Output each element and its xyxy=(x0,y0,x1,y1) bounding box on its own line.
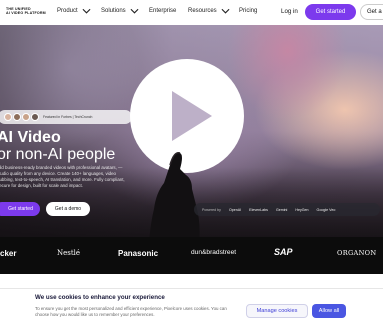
powered-by-bar: Powered by OpenAI ElevenLabs Gemini HeyG… xyxy=(194,203,380,216)
featured-pill[interactable]: Featured in Forbes | TechCrunch xyxy=(0,110,132,124)
cookie-text: To ensure you get the most personalized … xyxy=(35,306,227,317)
nav-item-label: Resources xyxy=(188,8,217,14)
brand-logo[interactable]: THE UNIFIED AI VIDEO PLATFORM xyxy=(6,7,46,15)
nav-item-enterprise[interactable]: Enterprise xyxy=(149,8,176,14)
nav-item-label: Solutions xyxy=(101,8,126,14)
chevron-down-icon xyxy=(130,8,139,14)
brand-logo-nestle: Nestlé xyxy=(57,249,81,257)
brand-logo-panasonic: Panasonic xyxy=(118,249,159,258)
avatar xyxy=(13,113,21,121)
play-icon xyxy=(172,91,212,141)
hero-section: Featured in Forbes | TechCrunch AI Video… xyxy=(0,25,383,237)
top-nav: THE UNIFIED AI VIDEO PLATFORM Product So… xyxy=(0,0,383,24)
brand-logo-organon: ORGANON xyxy=(337,249,377,257)
nav-item-label: Enterprise xyxy=(149,8,177,14)
partner-logo-openai: OpenAI xyxy=(228,207,242,212)
avatar-group xyxy=(4,113,39,121)
partner-logo-elevenlabs: ElevenLabs xyxy=(249,207,268,212)
cookie-title: We use cookies to enhance your experienc… xyxy=(35,294,165,301)
hero-headline-line2: or non-AI people xyxy=(0,146,116,163)
chevron-down-icon xyxy=(82,8,91,14)
hero-headline-line1: AI Video xyxy=(0,129,61,146)
powered-by-label: Powered by xyxy=(202,207,221,212)
avatar xyxy=(31,113,39,121)
get-demo-button[interactable]: Get a d xyxy=(360,4,383,20)
partner-logo-google-veo: Google Veo xyxy=(316,207,336,212)
hero-get-demo-button[interactable]: Get a demo xyxy=(46,202,90,216)
nav-item-label: Pricing xyxy=(239,8,258,14)
nav-item-product[interactable]: Product xyxy=(57,8,91,14)
nav-item-resources[interactable]: Resources xyxy=(188,8,230,14)
pointing-hand-image xyxy=(149,152,200,237)
allow-all-button[interactable]: Allow all xyxy=(312,304,346,318)
hero-description: uild business-ready branded videos with … xyxy=(0,165,125,188)
nav-item-label: Product xyxy=(57,8,78,14)
partner-logo-gemini: Gemini xyxy=(275,207,288,212)
partner-logo-heygen: HeyGen xyxy=(295,207,309,212)
brand-logo-dun-bradstreet: dun&bradstreet xyxy=(191,249,237,256)
hero-get-started-button[interactable]: Get started xyxy=(0,202,40,216)
logo-line2: AI VIDEO PLATFORM xyxy=(6,11,46,15)
avatar xyxy=(22,113,30,121)
brand-logo-sap: SAP xyxy=(274,247,293,257)
nav-item-pricing[interactable]: Pricing xyxy=(239,8,257,14)
get-started-button[interactable]: Get started xyxy=(305,4,356,20)
login-link[interactable]: Log in xyxy=(281,8,298,15)
brand-logo-cker: cker xyxy=(0,249,17,258)
nav-item-solutions[interactable]: Solutions xyxy=(101,8,139,14)
chevron-down-icon xyxy=(221,8,230,14)
avatar xyxy=(4,113,12,121)
manage-cookies-button[interactable]: Manage cookies xyxy=(246,304,308,318)
featured-pill-text: Featured in Forbes | TechCrunch xyxy=(43,115,93,119)
